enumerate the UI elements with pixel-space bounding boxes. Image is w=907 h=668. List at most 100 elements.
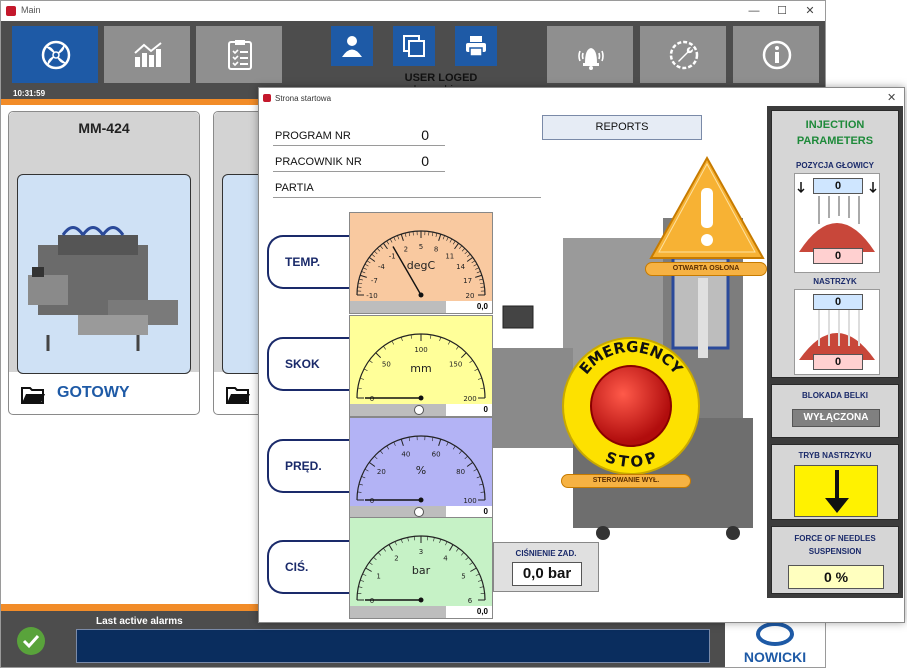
tryb-nastrzyku-toggle[interactable] [794,465,878,517]
folder-icon[interactable] [21,386,45,404]
minimize-button[interactable]: — [741,3,767,19]
pred-label-tab[interactable]: PRĘD. [267,439,357,493]
gauge-settings-icon[interactable] [414,507,424,517]
gauge-tick-label: 14 [456,263,465,271]
gauge-tick-label: 100 [463,497,476,505]
temp-label-tab[interactable]: TEMP. [267,235,357,289]
blokada-belki-value[interactable]: WYŁĄCZONA [792,409,880,427]
close-button[interactable]: ✕ [797,3,823,19]
temp-gauge: -10 -7 -4 -1 2 5 8 11 14 17 20 degC 0,0 [349,212,493,314]
dialog-close-button[interactable]: ✕ [887,91,896,104]
gauge-tick [476,476,481,479]
company-logo: NOWICKI [725,619,825,667]
gauge-tick [471,260,476,264]
gauge-tick-label: 0 [370,395,374,403]
gauge-tick [379,450,383,454]
cisnienie-zad-value[interactable]: 0,0 bar [512,562,582,586]
machine-card[interactable]: MM-424 GOTOWY [8,111,200,415]
gauge-tick [431,437,434,442]
alarms-list[interactable] [76,629,710,663]
gauge-tick [479,278,484,281]
gauge-tick-label: 2 [404,245,408,253]
gauge-pivot [418,497,424,503]
arrow-down-icon [825,470,849,513]
maximize-button[interactable]: ☐ [769,3,795,19]
gauge-tick [473,263,478,267]
gauge-tick [358,278,363,281]
alarms-label: Last active alarms [96,616,183,627]
partia-label: PARTIA [275,182,314,194]
gauge-tick [452,445,456,450]
gauge-tick [408,232,411,237]
gauge-tick [475,573,480,576]
cisnienie-zad-label: CIŚNIENIE ZAD. [515,549,577,558]
gauge-tick-label: 8 [434,245,438,253]
checklist-button[interactable] [196,26,282,83]
gauge-tick-label: 60 [432,450,441,458]
gauge-tick-label: 17 [463,277,472,285]
gauge-tick [408,437,411,442]
gauge-tick [430,334,432,339]
head-position-bottom-value: 0 [813,248,863,264]
gauge-tick [393,236,396,241]
partia-row: PARTIA [273,176,541,198]
pred-gauge: 0 20 40 60 80 100% 0 [349,417,493,519]
gauge-tick [375,352,382,359]
gauge-unit: mm [410,362,431,375]
gauge-tick [368,461,376,467]
reports-button[interactable]: REPORTS [542,115,702,140]
gauge-tick [400,233,404,241]
force-value[interactable]: 0 % [788,565,884,589]
panel-title-line2: PARAMETERS [796,135,874,147]
user-button[interactable] [331,26,373,66]
injection-parameters-panel: INJECTION PARAMETERS POZYCJA GŁOWICY 0 0… [767,106,903,598]
gauge-tick [400,539,403,544]
machine-card-body: MM-424 [9,112,199,374]
gauge-tick [460,352,467,359]
gauge-tick-label: 80 [456,468,465,476]
gauge-tick [480,387,485,389]
cisnienie-zad-box: CIŚNIENIE ZAD. 0,0 bar [493,542,599,592]
gauge-tick [369,562,373,565]
cis-label-tab[interactable]: CIŚ. [267,540,357,594]
user-status-line1: USER LOGED [404,72,478,84]
gauge-settings-icon[interactable] [414,405,424,415]
gauge-tick-label: 150 [449,360,462,368]
gauge-tick [446,236,449,241]
gauge-tick [456,548,459,552]
home-button[interactable] [12,26,98,83]
gauge-tick [438,438,442,446]
gauge-tick-label: 100 [414,346,427,354]
pracownik-nr-row: PRACOWNIK NR 0 [273,150,445,172]
main-window-title: Main [21,5,41,15]
gauge-tick [445,541,448,546]
alarms-button[interactable] [547,26,633,83]
tryb-nastrzyku-label: TRYB NASTRZYKU [798,451,872,460]
windows-button[interactable] [393,26,435,66]
nastrzyk-label: NASTRZYK [813,277,857,286]
gauge-tick [360,579,365,582]
gauge-tick-label: 50 [382,360,391,368]
info-button[interactable] [733,26,819,83]
service-button[interactable] [640,26,726,83]
gauge-tick [376,248,381,252]
gauge-tick-label: 11 [445,252,454,260]
gauge-tick [465,556,469,561]
gauge-tick-label: -4 [378,263,386,271]
skok-label-tab[interactable]: SKOK [267,337,357,391]
gauge-tick [400,438,404,446]
emergency-stop-icon[interactable]: EMERGENCY STOP [557,336,705,474]
start-page-dialog: Strona startowa ✕ PROGRAM NR 0 PRACOWNIK… [258,87,905,623]
gauge-tick-label: 40 [401,450,410,458]
print-button[interactable] [455,26,497,66]
gauge-tick-label: 5 [461,573,465,581]
gauge-tick-label: 6 [468,597,473,605]
statistics-button[interactable] [104,26,190,83]
program-nr-row: PROGRAM NR 0 [273,124,445,146]
info-icon [762,40,792,70]
blokada-belki-label: BLOKADA BELKI [802,391,868,400]
windows-icon [403,35,425,57]
gauge-tick [479,483,484,486]
folder-icon[interactable] [226,386,250,404]
gauge-tick [391,340,395,345]
